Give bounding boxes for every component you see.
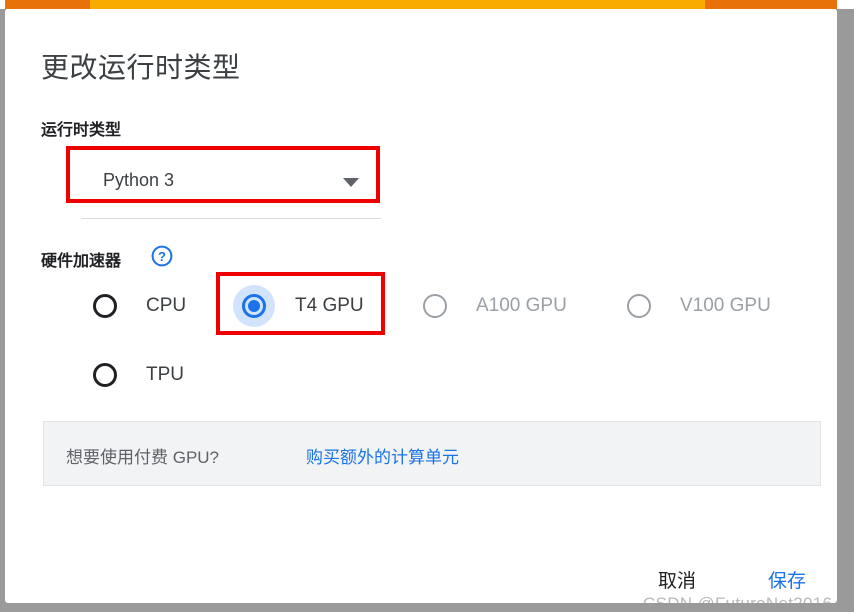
save-button[interactable]: 保存 [768,566,806,593]
radio-button-v100-gpu [618,285,660,327]
radio-dot [248,300,260,312]
radio-button-t4-gpu[interactable] [233,285,275,327]
accelerator-option-tpu[interactable]: TPU [84,354,184,396]
runtime-type-selected-value: Python 3 [103,170,175,190]
accelerator-option-label: T4 GPU [295,295,364,316]
accelerator-option-cpu[interactable]: CPU [84,285,186,327]
accelerator-option-label: CPU [146,295,187,316]
progress-segment-right [705,0,837,9]
radio-button-cpu[interactable] [84,285,126,327]
runtime-type-select-underline [81,218,381,219]
progress-segment-middle [90,0,705,9]
runtime-type-select[interactable]: Python 3 [81,159,381,205]
paid-gpu-banner: 想要使用付费 GPU? 购买额外的计算单元 [43,421,821,486]
hardware-accelerator-label: 硬件加速器 [41,253,122,270]
radio-dot [429,300,441,312]
accelerator-option-v100-gpu: V100 GPU [618,285,771,327]
accelerator-option-label: TPU [146,364,184,385]
page-background: 更改运行时类型 运行时类型 Python 3 硬件加速器 ? CPU T4 GP… [0,0,854,612]
dialog-title: 更改运行时类型 [41,52,241,83]
buy-compute-units-link[interactable]: 购买额外的计算单元 [306,443,459,468]
runtime-type-label: 运行时类型 [41,122,122,139]
chevron-down-icon [343,178,359,187]
radio-button-tpu[interactable] [84,354,126,396]
accelerator-option-label: A100 GPU [476,295,567,316]
dialog-shadow-right [836,9,854,607]
radio-button-a100-gpu [414,285,456,327]
cancel-button[interactable]: 取消 [658,566,696,593]
loading-progress-bar [5,0,837,9]
change-runtime-type-dialog: 更改运行时类型 运行时类型 Python 3 硬件加速器 ? CPU T4 GP… [5,9,837,603]
radio-dot [99,300,111,312]
paid-gpu-banner-text: 想要使用付费 GPU? [66,448,220,467]
accelerator-option-t4-gpu[interactable]: T4 GPU [233,285,364,327]
progress-segment-left [5,0,90,9]
accelerator-option-label: V100 GPU [680,295,771,316]
watermark: CSDN @FutureNet2016 [643,594,832,603]
accelerator-option-a100-gpu: A100 GPU [414,285,567,327]
radio-dot [99,369,111,381]
help-circle-icon[interactable]: ? [151,245,173,267]
radio-dot [633,300,645,312]
svg-text:?: ? [158,249,166,264]
